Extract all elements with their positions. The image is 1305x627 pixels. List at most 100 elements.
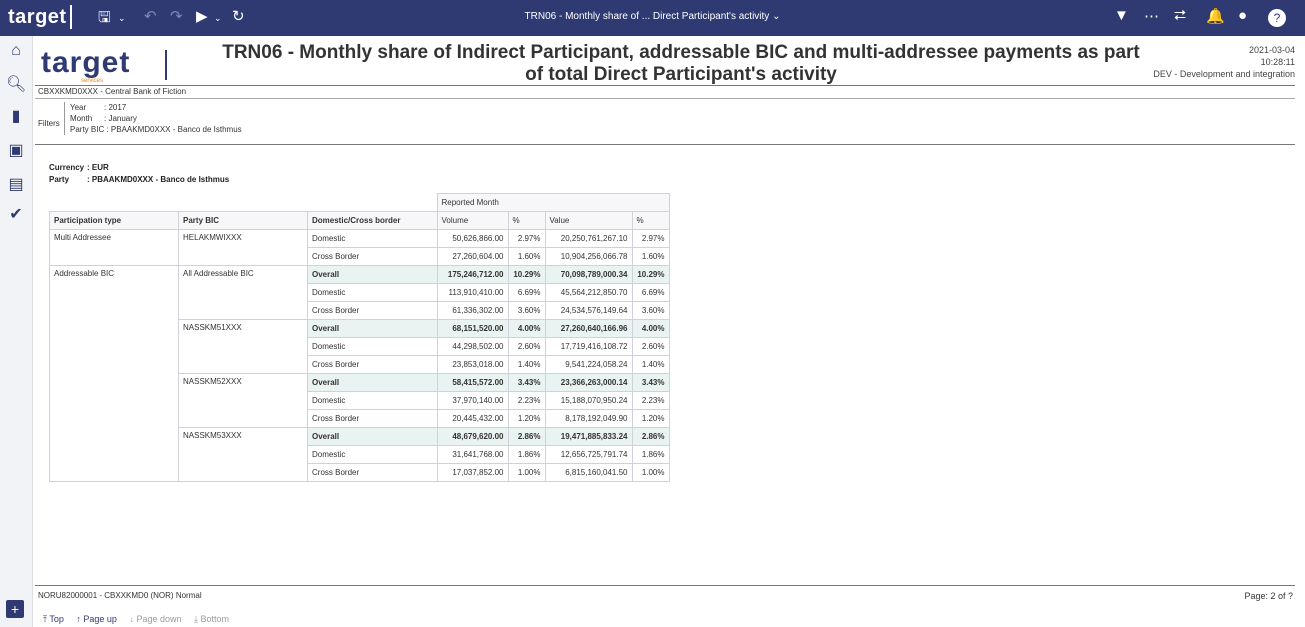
cell-volume: 31,641,768.00 bbox=[436, 445, 509, 464]
bank-divider bbox=[35, 98, 1295, 99]
cell-value: 24,534,576,149.64 bbox=[544, 301, 633, 320]
cell-value: 8,178,192,049.90 bbox=[544, 409, 633, 428]
bell-icon[interactable]: 🔔 bbox=[1206, 7, 1225, 25]
table-row: Addressable BIC All Addressable BIC Over… bbox=[49, 265, 670, 482]
filter-key: Party BIC bbox=[70, 125, 105, 134]
cell-kind: Overall bbox=[307, 265, 438, 284]
cell-kind: Domestic bbox=[307, 229, 438, 248]
cell-volume: 113,910,410.00 bbox=[436, 283, 509, 302]
cell-volume: 23,853,018.00 bbox=[436, 355, 509, 374]
cell-value: 19,471,885,833.24 bbox=[544, 427, 633, 446]
cell-volume-pct: 10.29% bbox=[507, 265, 546, 284]
arrow-bottom-icon: ⤓ bbox=[194, 614, 198, 624]
document-icon[interactable]: ▮ bbox=[6, 106, 26, 125]
nav-top-label: Top bbox=[49, 614, 64, 624]
nav-page-up-button[interactable]: ↑ Page up bbox=[76, 614, 117, 624]
chevron-down-icon: ⌄ bbox=[772, 11, 781, 22]
add-icon[interactable]: + bbox=[6, 600, 24, 618]
col-volume-pct: % bbox=[507, 211, 546, 230]
cell-volume: 44,298,502.00 bbox=[436, 337, 509, 356]
search-icon[interactable]: 🔍︎ bbox=[6, 74, 26, 93]
cell-volume-pct: 1.20% bbox=[507, 409, 546, 428]
cell-volume: 20,445,432.00 bbox=[436, 409, 509, 428]
cell-participation-type: Multi Addressee bbox=[49, 229, 179, 266]
report-logo-subtext: services bbox=[81, 78, 104, 84]
cell-kind: Cross Border bbox=[307, 355, 438, 374]
app-toolbar: target 🖫 ⌄ ↶ ↷ ▶ ⌄ ↻ TRN06 - Monthly sha… bbox=[0, 0, 1305, 36]
cell-kind: Cross Border bbox=[307, 247, 438, 266]
cell-value: 45,564,212,850.70 bbox=[544, 283, 633, 302]
cell-kind: Domestic bbox=[307, 445, 438, 464]
footer-divider bbox=[35, 585, 1295, 586]
table-group-header-row: Reported Month bbox=[50, 193, 670, 212]
report-menu-title-text: TRN06 - Monthly share of ... Direct Part… bbox=[524, 11, 770, 22]
cell-value-pct: 6.69% bbox=[631, 283, 670, 302]
report-environment: DEV - Development and integration bbox=[1153, 69, 1295, 79]
cell-volume: 48,679,620.00 bbox=[436, 427, 509, 446]
cell-kind: Cross Border bbox=[307, 301, 438, 320]
folder-icon[interactable]: ▣ bbox=[6, 140, 26, 159]
currency-value: : EUR bbox=[87, 163, 109, 172]
filter-icon[interactable]: ▼ bbox=[1114, 7, 1129, 24]
cell-party-bic: All Addressable BIC bbox=[178, 265, 308, 320]
cell-volume: 17,037,852.00 bbox=[436, 463, 509, 482]
col-domestic-cross-border: Domestic/Cross border bbox=[307, 211, 438, 230]
cell-volume-pct: 3.60% bbox=[507, 301, 546, 320]
reported-month-header: Reported Month bbox=[436, 193, 670, 212]
left-sidebar: ⌂ 🔍︎ ▮ ▣ ▤ ✔ + bbox=[0, 36, 33, 627]
cell-volume: 27,260,604.00 bbox=[436, 247, 509, 266]
nav-page-up-label: Page up bbox=[83, 614, 117, 624]
report-logo: target services bbox=[41, 46, 167, 84]
cell-value: 70,098,789,000.34 bbox=[544, 265, 633, 284]
cell-party-bic: HELAKMWIXXX bbox=[178, 229, 308, 266]
cell-value-pct: 4.00% bbox=[631, 319, 670, 338]
party-line: Party: PBAAKMD0XXX - Banco de Isthmus bbox=[49, 174, 229, 186]
cell-volume-pct: 2.97% bbox=[507, 229, 546, 248]
home-icon[interactable]: ⌂ bbox=[6, 42, 26, 60]
cell-volume: 50,626,866.00 bbox=[436, 229, 509, 248]
col-value-pct: % bbox=[631, 211, 670, 230]
check-icon[interactable]: ✔ bbox=[6, 204, 26, 223]
cell-value-pct: 2.97% bbox=[631, 229, 670, 248]
cell-volume-pct: 4.00% bbox=[507, 319, 546, 338]
table-row: Multi Addressee HELAKMWIXXX Domestic 50,… bbox=[49, 229, 670, 266]
bank-name: CBXXKMD0XXX - Central Bank of Fiction bbox=[38, 87, 187, 96]
filters-divider bbox=[35, 144, 1295, 145]
filter-value: : January bbox=[104, 114, 137, 123]
cell-party-bic: NASSKM51XXX bbox=[178, 319, 308, 374]
col-participation-type: Participation type bbox=[49, 211, 179, 230]
cell-volume-pct: 2.86% bbox=[507, 427, 546, 446]
report-logo-bar bbox=[165, 50, 167, 80]
cell-value: 23,366,263,000.14 bbox=[544, 373, 633, 392]
cell-volume-pct: 1.40% bbox=[507, 355, 546, 374]
cell-volume-pct: 2.60% bbox=[507, 337, 546, 356]
report-menu-title[interactable]: TRN06 - Monthly share of ... Direct Part… bbox=[0, 11, 1305, 22]
cell-value: 27,260,640,166.96 bbox=[544, 319, 633, 338]
arrow-up-icon: ↑ bbox=[76, 614, 81, 624]
filter-month: Month: January bbox=[70, 113, 242, 124]
cell-value: 10,904,256,066.78 bbox=[544, 247, 633, 266]
filter-year: Year: 2017 bbox=[70, 102, 242, 113]
report-title: TRN06 - Monthly share of Indirect Partic… bbox=[222, 42, 1140, 85]
cell-value-pct: 1.20% bbox=[631, 409, 670, 428]
cell-kind: Cross Border bbox=[307, 463, 438, 482]
nav-bottom-button[interactable]: ⤓ Bottom bbox=[194, 614, 229, 624]
nav-page-down-button[interactable]: ↓ Page down bbox=[129, 614, 181, 624]
cell-volume: 68,151,520.00 bbox=[436, 319, 509, 338]
more-icon[interactable]: ⋯ bbox=[1144, 7, 1159, 25]
cell-value: 17,719,416,108.72 bbox=[544, 337, 633, 356]
party-value: : PBAAKMD0XXX - Banco de Isthmus bbox=[87, 175, 230, 184]
cell-volume-pct: 1.86% bbox=[507, 445, 546, 464]
nav-page-down-label: Page down bbox=[136, 614, 182, 624]
nav-top-button[interactable]: ⤒ Top bbox=[43, 614, 64, 624]
user-icon[interactable]: ● bbox=[1238, 7, 1247, 24]
cell-kind: Domestic bbox=[307, 283, 438, 302]
help-icon[interactable]: ? bbox=[1268, 9, 1286, 27]
cell-kind: Overall bbox=[307, 427, 438, 446]
cell-value: 12,656,725,791.74 bbox=[544, 445, 633, 464]
cell-kind: Domestic bbox=[307, 337, 438, 356]
cell-value: 9,541,224,058.24 bbox=[544, 355, 633, 374]
cell-volume: 175,246,712.00 bbox=[436, 265, 509, 284]
team-folder-icon[interactable]: ▤ bbox=[6, 174, 26, 193]
share-icon[interactable]: ⮂ bbox=[1174, 7, 1186, 24]
